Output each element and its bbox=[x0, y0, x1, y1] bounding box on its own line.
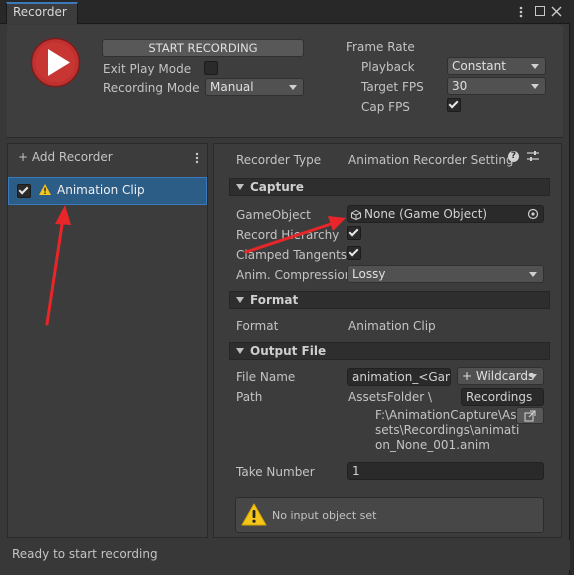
annotation-arrow-to-gameobject bbox=[244, 216, 346, 254]
annotation-arrow-to-list-item bbox=[45, 205, 71, 326]
annotation-arrows bbox=[45, 205, 346, 326]
